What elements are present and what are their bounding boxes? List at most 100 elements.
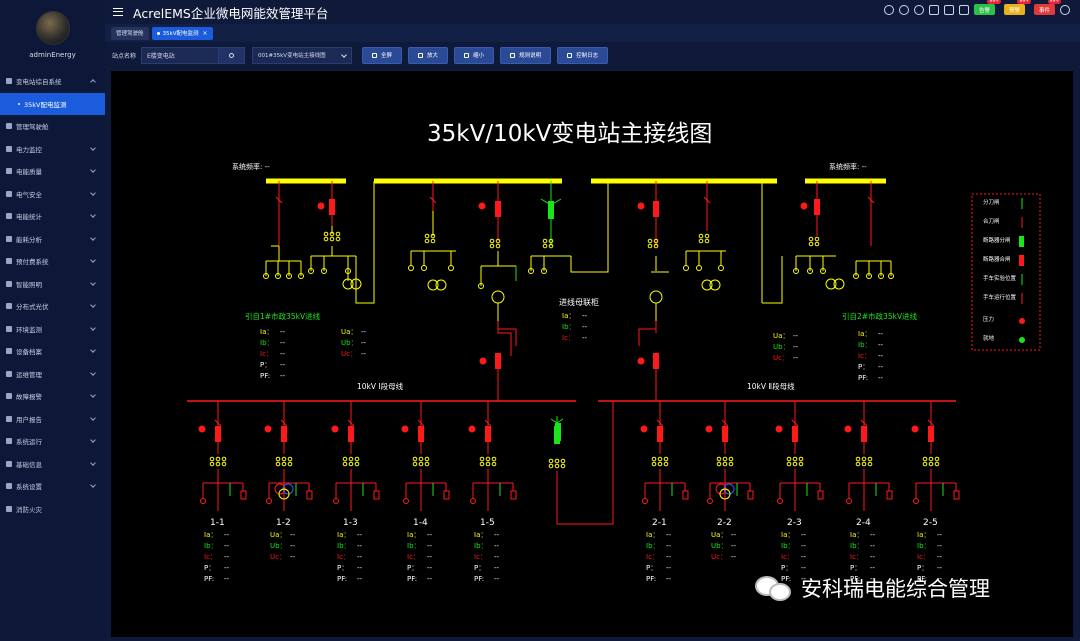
incoming-left-readout-value: -- bbox=[280, 372, 286, 380]
feeder-readout-0-4: PF: bbox=[204, 575, 215, 583]
avatar[interactable] bbox=[35, 11, 70, 45]
chevron-down-icon bbox=[90, 234, 96, 241]
feeder-readout-5-1: Ib： bbox=[646, 542, 660, 550]
feeder-name: 1-2 bbox=[276, 518, 291, 528]
sidebar-item-15[interactable]: 用户报告 bbox=[0, 408, 105, 431]
sidebar-item-14[interactable]: 故障报警 bbox=[0, 385, 105, 408]
feeder-name: 2-5 bbox=[923, 518, 938, 528]
incoming-left-readout-1: Ib： bbox=[260, 339, 274, 347]
chevron-down-icon bbox=[90, 167, 96, 173]
legend-icon-pressure bbox=[1019, 318, 1025, 324]
user-profile[interactable]: adminEnergy bbox=[0, 0, 105, 70]
feeder-readout-7-value: -- bbox=[801, 531, 807, 539]
refresh-icon[interactable] bbox=[913, 4, 924, 15]
help-icon[interactable] bbox=[883, 4, 894, 15]
incoming-right-voltage-0: Ua： bbox=[773, 332, 790, 340]
incoming-left-readout-value: -- bbox=[280, 361, 286, 369]
sidebar-item-9[interactable]: 智能照明 bbox=[0, 273, 105, 296]
sidebar-item-3[interactable]: 电力监控 bbox=[0, 138, 105, 161]
sidebar-item-16[interactable]: 系统运行 bbox=[0, 430, 105, 453]
sidebar-item-label: 预付费系统 bbox=[16, 258, 49, 267]
ct-dot bbox=[647, 238, 653, 244]
feeder-readout-0-value: -- bbox=[224, 553, 230, 561]
breaker bbox=[861, 426, 867, 442]
fullscreen-icon[interactable] bbox=[928, 4, 939, 15]
ct-dot bbox=[323, 236, 329, 242]
image-icon[interactable] bbox=[943, 4, 954, 15]
sidebar-item-7[interactable]: 能耗分析 bbox=[0, 228, 105, 251]
toolbar-buttons: 全屏 放大 缩小 规则说明 控制日志 bbox=[356, 46, 609, 64]
ct-dot bbox=[424, 233, 430, 239]
feeder-readout-4-value: -- bbox=[494, 542, 500, 550]
sidebar-item-label: 消防火灾 bbox=[16, 505, 42, 514]
toolbar-button-1[interactable]: 放大 bbox=[408, 46, 449, 64]
chevron-down-icon bbox=[90, 414, 96, 421]
sidebar-item-2[interactable]: 管理驾驶舱 bbox=[0, 115, 105, 138]
sidebar-menu: 变电站综自系统 35kV配电监测 管理驾驶舱 电力监控电能质量电气安全 电能统计 能耗分析… bbox=[0, 70, 105, 520]
diagram-select[interactable]: 001#35kV变电站主接线图 bbox=[252, 46, 353, 64]
feeder-readout-5-value: -- bbox=[666, 531, 672, 539]
sidebar-item-8[interactable]: 预付费系统 bbox=[0, 250, 105, 273]
tx-feed bbox=[497, 326, 512, 356]
menu-icon bbox=[6, 145, 12, 152]
feeder-readout-2-value: -- bbox=[357, 575, 363, 583]
alarm-badge-1[interactable]: 预警 99+ bbox=[1003, 0, 1031, 15]
feeder-readout-3-value: -- bbox=[427, 531, 433, 539]
menu-toggle-icon[interactable] bbox=[113, 8, 123, 16]
toolbar-button-3[interactable]: 规则说明 bbox=[500, 46, 552, 64]
ct-element bbox=[642, 498, 648, 504]
ct-dot bbox=[698, 238, 704, 244]
chevron-down-icon bbox=[90, 212, 96, 218]
feeder-readout-2-value: -- bbox=[357, 531, 363, 539]
search-icon[interactable] bbox=[898, 4, 909, 15]
alarm-badge-2[interactable]: 事件 99+ bbox=[1033, 0, 1061, 15]
sidebar-item-1[interactable]: 35kV配电监测 bbox=[0, 92, 105, 115]
sidebar-item-label: 电能质量 bbox=[16, 168, 42, 177]
sidebar-item-18[interactable]: 系统设置 bbox=[0, 475, 105, 498]
ct-dot bbox=[335, 231, 341, 237]
tab-label: 管理驾驶舱 bbox=[116, 31, 144, 37]
feeder-readout-2-0: Ia： bbox=[337, 531, 351, 539]
sidebar-item-12[interactable]: 设备档案 bbox=[0, 340, 105, 363]
feeder-readout-6-value: -- bbox=[731, 553, 737, 561]
sidebar-item-6[interactable]: 电能统计 bbox=[0, 205, 105, 228]
ct-element bbox=[266, 498, 272, 504]
alarm-badge-0[interactable]: 告警 99+ bbox=[973, 0, 1001, 15]
incoming-right-label: 引自2#市政35kV进线 bbox=[842, 312, 918, 321]
feeder-readout-3-3: P： bbox=[407, 564, 419, 572]
feeder-readout-2-1: Ib： bbox=[337, 542, 351, 550]
sidebar-item-5[interactable]: 电气安全 bbox=[0, 183, 105, 206]
tab-1[interactable]: 35kV配电监测 × bbox=[151, 26, 213, 40]
feeder-readout-4-0: Ia： bbox=[474, 531, 488, 539]
sidebar-item-label: 运维管理 bbox=[16, 370, 42, 379]
menu-icon bbox=[6, 78, 12, 85]
station-input[interactable]: E楼变电站 bbox=[141, 46, 246, 64]
sidebar-item-17[interactable]: 基础信息 bbox=[0, 453, 105, 476]
sidebar-item-4[interactable]: 电能质量 bbox=[0, 160, 105, 183]
legend-box bbox=[971, 193, 1041, 351]
incoming-right-voltage-value: -- bbox=[793, 332, 799, 340]
toolbar-button-2[interactable]: 缩小 bbox=[454, 46, 495, 64]
theme-icon[interactable] bbox=[958, 4, 969, 15]
ct-dot bbox=[424, 461, 430, 467]
sidebar-item-13[interactable]: 运维管理 bbox=[0, 363, 105, 386]
sidebar-item-11[interactable]: 环境监测 bbox=[0, 318, 105, 341]
bus-tie-readout-0: Ia： bbox=[562, 312, 576, 320]
incoming-left-voltage-2: Uc： bbox=[341, 350, 357, 358]
search-button[interactable] bbox=[218, 47, 245, 63]
toolbar-button-4[interactable]: 控制日志 bbox=[557, 46, 609, 64]
ct-dot bbox=[922, 461, 928, 467]
fuse bbox=[817, 490, 824, 500]
pressure-indicator bbox=[264, 425, 272, 433]
close-icon[interactable]: × bbox=[202, 30, 207, 37]
tab-0[interactable]: 管理驾驶舱 bbox=[111, 26, 149, 40]
sidebar-item-0[interactable]: 变电站综自系统 bbox=[0, 70, 105, 93]
feeder-readout-7-0: Ia： bbox=[781, 531, 795, 539]
user-icon[interactable] bbox=[1060, 4, 1070, 15]
menu-icon bbox=[6, 415, 12, 422]
sidebar-item-19[interactable]: 消防火灾 bbox=[0, 498, 105, 521]
sidebar-item-10[interactable]: 分布式光伏 bbox=[0, 295, 105, 318]
fuse bbox=[373, 490, 380, 500]
pt-element bbox=[696, 265, 702, 271]
toolbar-button-0[interactable]: 全屏 bbox=[362, 46, 403, 64]
